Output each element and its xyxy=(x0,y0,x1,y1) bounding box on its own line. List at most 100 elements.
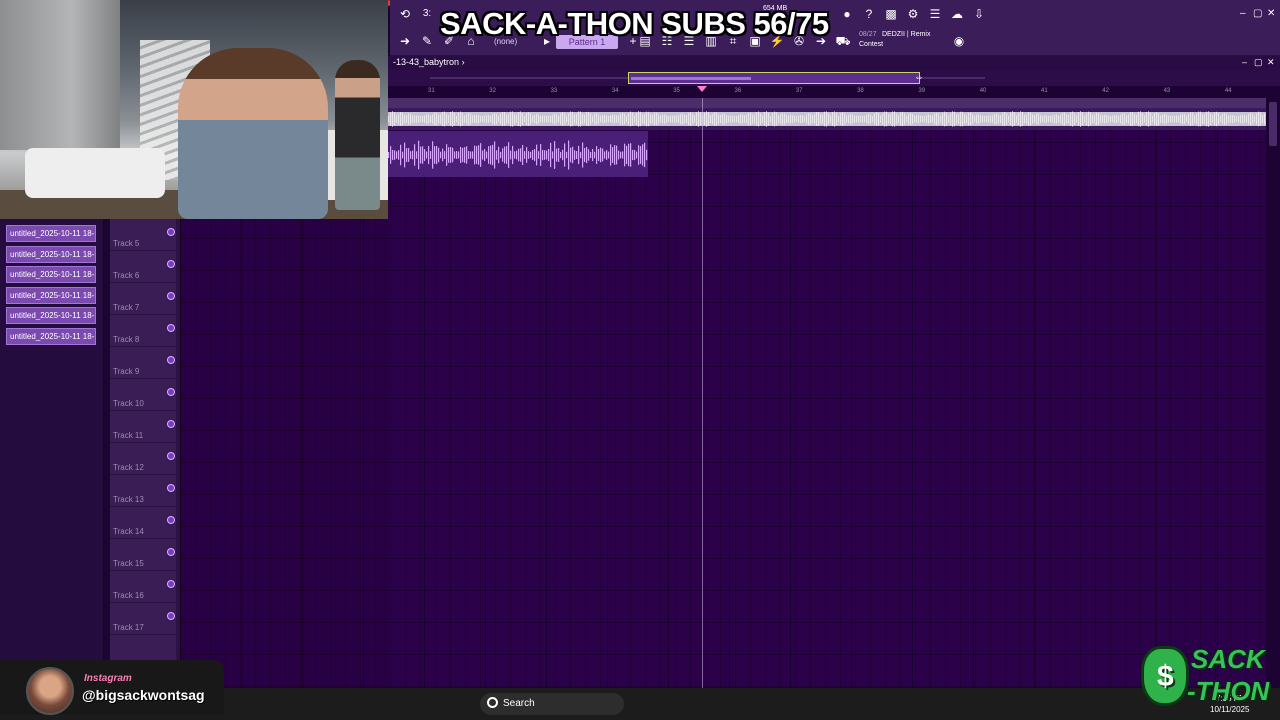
close-button[interactable]: ✕ xyxy=(1267,8,1275,19)
waveform-sample xyxy=(1230,115,1231,123)
tools-icon[interactable]: ⚙ xyxy=(904,5,922,23)
track-header[interactable]: Track 11 xyxy=(110,411,180,443)
track-select-icon[interactable] xyxy=(167,356,175,364)
waveform-sample xyxy=(686,114,687,124)
horizontal-scrollbar[interactable] xyxy=(628,72,920,84)
waveform-sample xyxy=(1152,115,1153,123)
waveform-sample xyxy=(714,112,715,126)
waveform-sample xyxy=(530,113,531,125)
browser-clip-item[interactable]: untitled_2025-10-11 18-... xyxy=(6,328,96,345)
track-header[interactable]: Track 9 xyxy=(110,347,180,379)
waveform-sample xyxy=(1072,111,1073,127)
webcam-feed xyxy=(0,0,388,219)
song-number: 08/27 xyxy=(859,31,877,38)
track-header[interactable]: Track 15 xyxy=(110,539,180,571)
audio-clip-1[interactable] xyxy=(388,108,1266,130)
waveform-sample xyxy=(1108,115,1109,123)
browser-clip-item[interactable]: untitled_2025-10-11 18-... xyxy=(6,266,96,284)
download-icon[interactable]: ⇩ xyxy=(970,5,988,23)
track-header[interactable]: Track 12 xyxy=(110,443,180,475)
playhead-line xyxy=(702,98,703,688)
waveform-sample xyxy=(408,148,410,162)
track-select-icon[interactable] xyxy=(167,580,175,588)
save-icon[interactable]: ▩ xyxy=(882,5,900,23)
arrow-right-icon[interactable]: ➜ xyxy=(396,32,414,50)
waveform-sample xyxy=(834,111,835,127)
track-select-icon[interactable] xyxy=(167,388,175,396)
playlist-close-button[interactable]: ✕ xyxy=(1267,57,1275,68)
waveform-sample xyxy=(578,145,580,165)
track-select-icon[interactable] xyxy=(167,612,175,620)
browser-clip-item[interactable]: untitled_2025-10-11 18-... xyxy=(6,286,96,304)
browser-clip-item[interactable]: untitled_2025-10-11 18-... xyxy=(6,245,96,263)
timeline-ruler[interactable] xyxy=(388,86,1280,98)
playlist-minimize-button[interactable]: – xyxy=(1242,57,1247,67)
track-header[interactable]: Track 13 xyxy=(110,475,180,507)
pen-icon[interactable]: ✎ xyxy=(418,32,436,50)
waveform-sample xyxy=(986,115,987,123)
waveform-sample xyxy=(476,146,478,164)
waveform-sample xyxy=(1112,115,1113,123)
waveform-sample xyxy=(410,113,411,125)
track-select-icon[interactable] xyxy=(167,260,175,268)
waveform-sample xyxy=(766,111,767,127)
waveform-sample xyxy=(554,113,555,125)
waveform-sample xyxy=(448,114,449,124)
track-header[interactable]: Track 10 xyxy=(110,379,180,411)
waveform-sample xyxy=(666,115,667,123)
audio-clip-2[interactable] xyxy=(388,131,648,177)
waveform-sample xyxy=(614,145,616,165)
track-select-icon[interactable] xyxy=(167,228,175,236)
track-select-icon[interactable] xyxy=(167,452,175,460)
waveform-sample xyxy=(526,147,528,163)
sack-a-thon-logo: $ SACK -THON xyxy=(1135,638,1275,714)
help-icon[interactable]: ? xyxy=(860,5,878,23)
track-select-icon[interactable] xyxy=(167,484,175,492)
waveform-sample xyxy=(472,151,474,159)
track-select-icon[interactable] xyxy=(167,548,175,556)
waveform-sample xyxy=(664,114,665,124)
cart-icon[interactable]: ⛟ xyxy=(834,32,852,50)
chat-icon[interactable]: ☁ xyxy=(948,5,966,23)
waveform-sample xyxy=(496,150,498,160)
song-name[interactable]: DEDZII | Remix xyxy=(882,31,931,38)
track-name: Track 17 xyxy=(113,623,144,632)
waveform-sample xyxy=(438,147,440,163)
globe-icon[interactable]: ◉ xyxy=(950,32,968,50)
track-select-icon[interactable] xyxy=(167,292,175,300)
waveform-sample xyxy=(528,151,530,159)
maximize-button[interactable]: ▢ xyxy=(1253,8,1262,19)
sliders-icon[interactable]: ☰ xyxy=(926,5,944,23)
waveform-sample xyxy=(932,115,933,123)
vertical-scroll-thumb[interactable] xyxy=(1269,102,1277,146)
waveform-sample xyxy=(502,148,504,162)
waveform-sample xyxy=(1260,112,1261,126)
waveform-sample xyxy=(520,111,521,127)
playhead-marker-icon[interactable] xyxy=(697,86,707,92)
taskbar-search-input[interactable] xyxy=(480,693,624,715)
track-select-icon[interactable] xyxy=(167,420,175,428)
track-select-icon[interactable] xyxy=(167,324,175,332)
browser-clip-item[interactable]: untitled_2025-10-11 18-... xyxy=(6,307,96,325)
waveform-sample xyxy=(460,111,461,127)
waveform-sample xyxy=(846,115,847,123)
waveform-sample xyxy=(614,114,615,124)
waveform-sample xyxy=(1004,111,1005,127)
playlist-maximize-button[interactable]: ▢ xyxy=(1254,57,1263,68)
track-header[interactable]: Track 17 xyxy=(110,603,180,635)
browser-clip-item[interactable]: untitled_2025-10-11 18-... xyxy=(6,225,96,242)
track-header[interactable]: Track 16 xyxy=(110,571,180,603)
vertical-scrollbar[interactable] xyxy=(1266,98,1280,688)
track-header[interactable]: Track 5 xyxy=(110,219,180,251)
step-icon[interactable]: 3: xyxy=(418,5,436,23)
track-header[interactable]: Track 14 xyxy=(110,507,180,539)
track-header[interactable]: Track 8 xyxy=(110,315,180,347)
loop-icon[interactable]: ⟲ xyxy=(396,5,414,23)
minimize-button[interactable]: – xyxy=(1240,8,1246,19)
track-select-icon[interactable] xyxy=(167,516,175,524)
track-header[interactable]: Track 7 xyxy=(110,283,180,315)
waveform-sample xyxy=(818,112,819,126)
mic-icon[interactable]: ● xyxy=(838,5,856,23)
waveform-sample xyxy=(626,145,628,165)
track-header[interactable]: Track 6 xyxy=(110,251,180,283)
